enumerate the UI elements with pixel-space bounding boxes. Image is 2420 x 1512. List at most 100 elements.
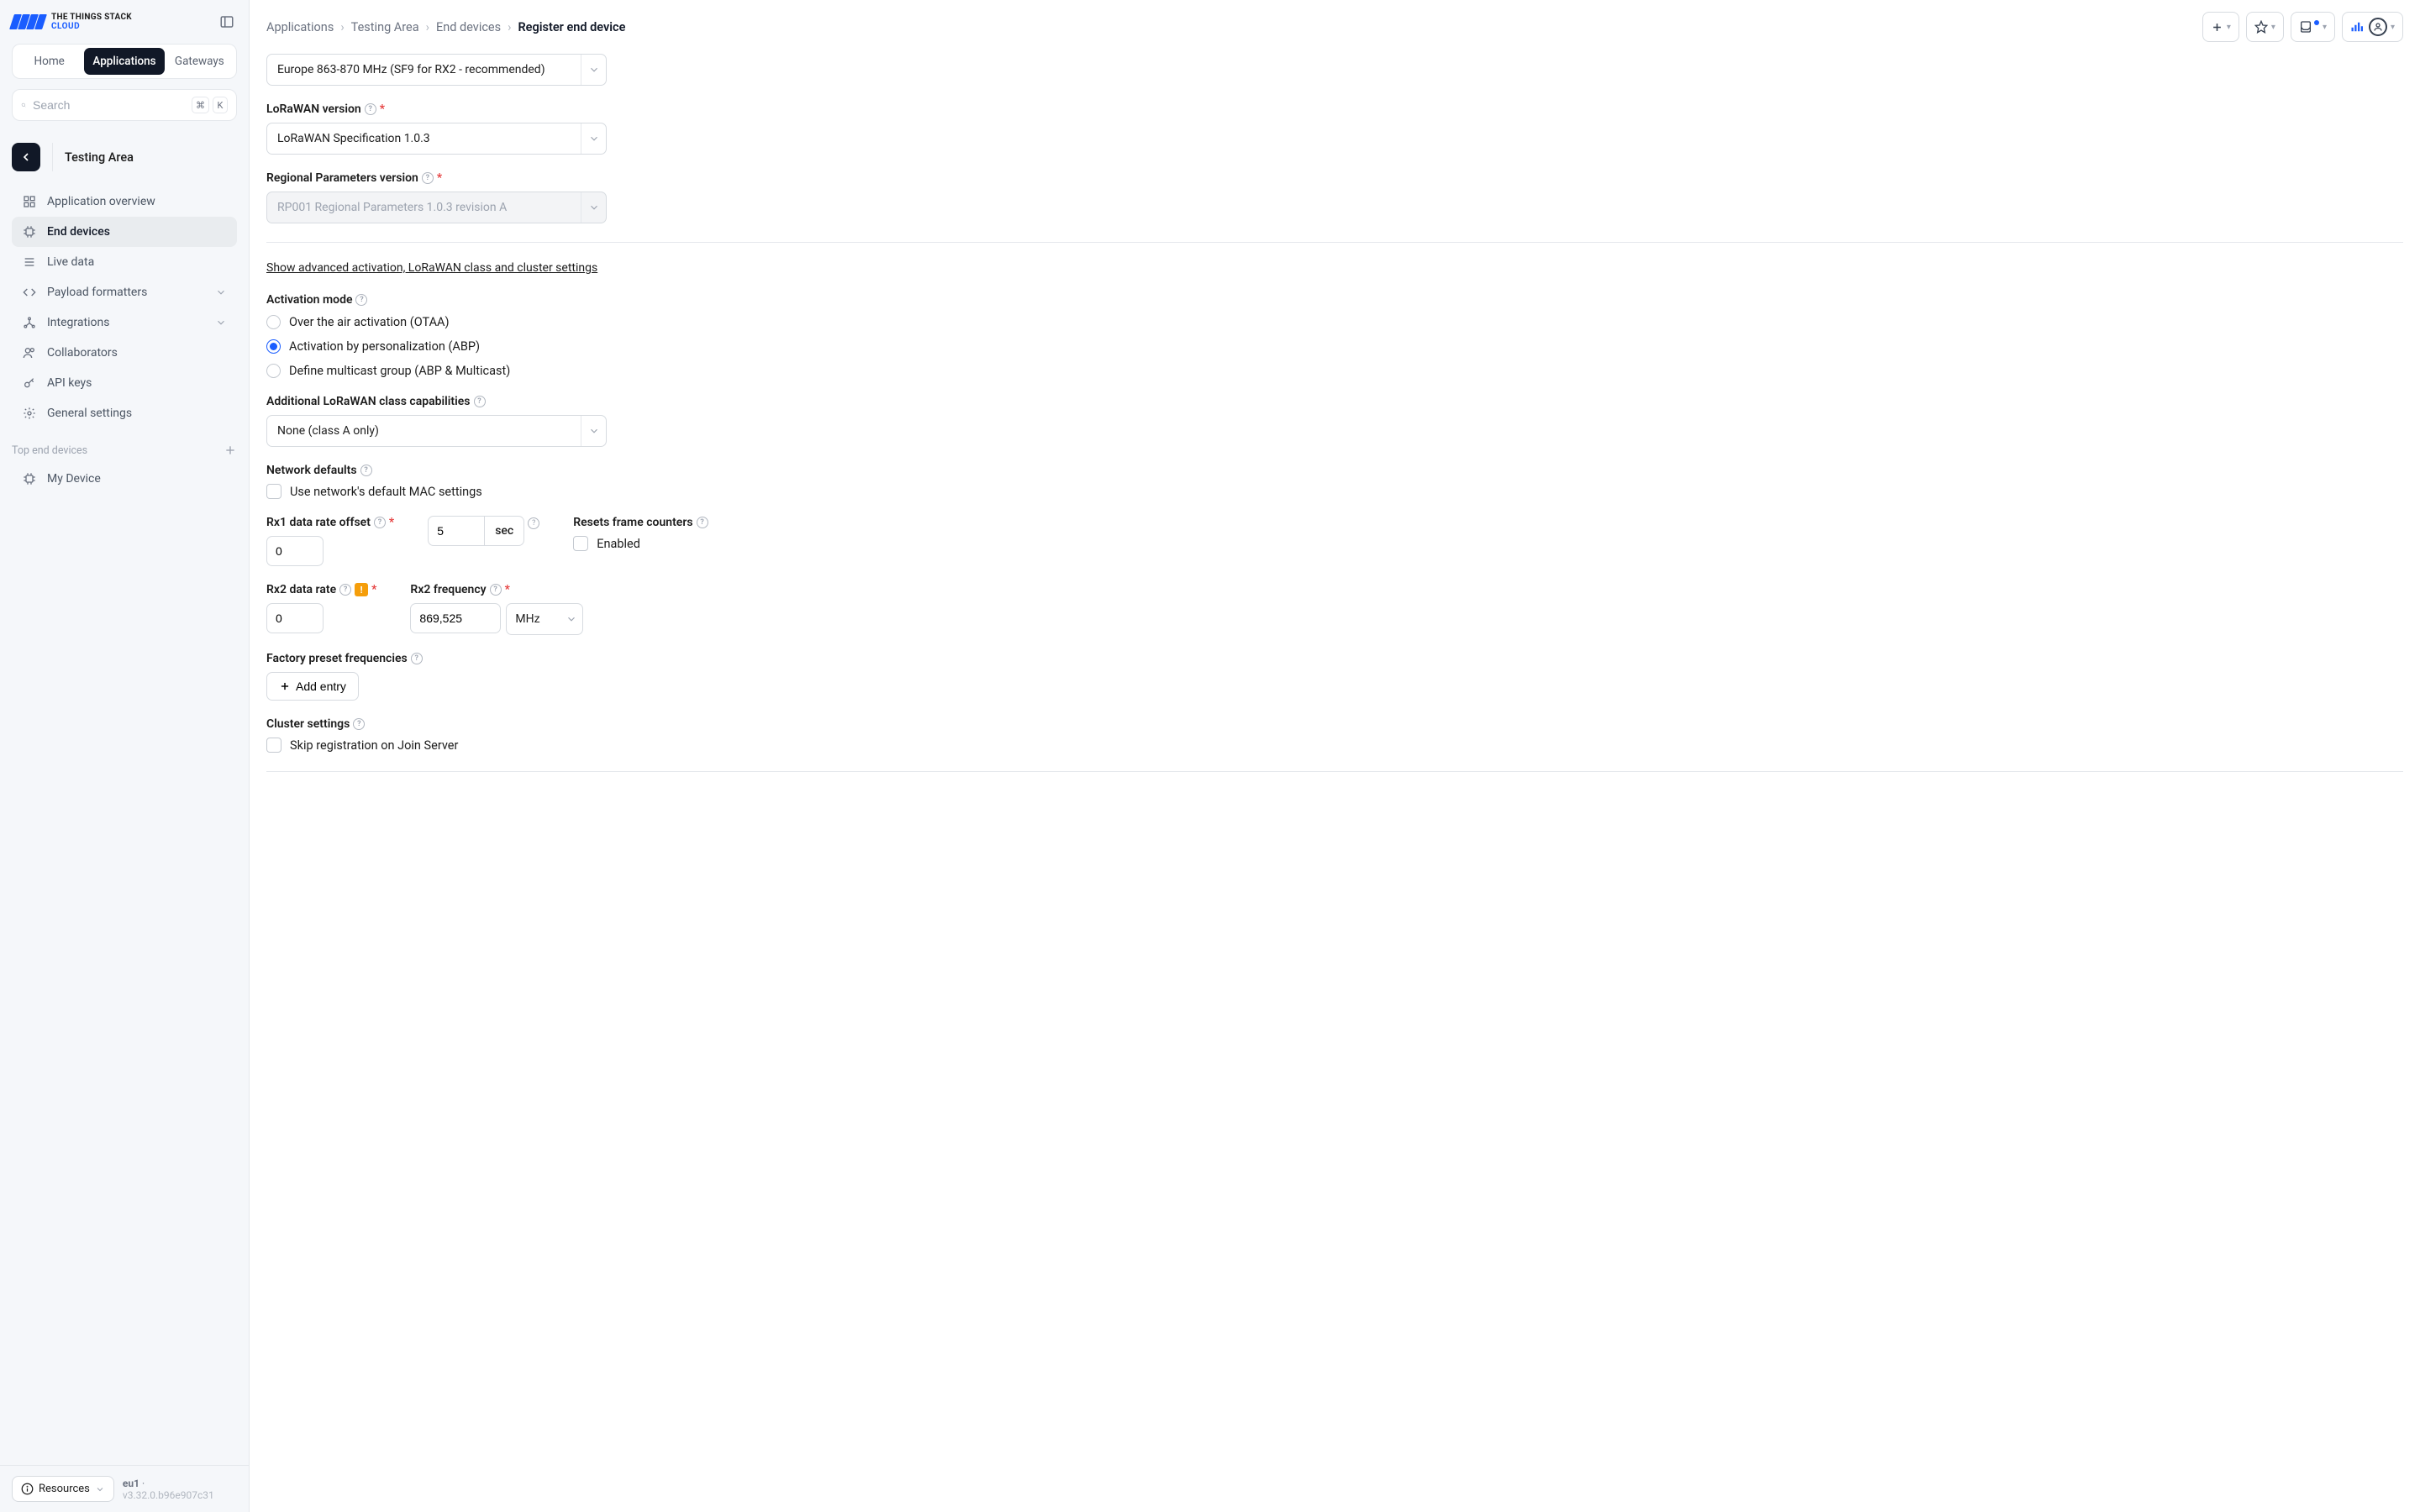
sidebar-collapse-button[interactable] [217, 12, 237, 32]
integrations-icon [22, 315, 37, 330]
help-icon[interactable]: ? [339, 584, 351, 596]
help-icon[interactable]: ? [422, 172, 434, 184]
help-icon[interactable]: ? [355, 294, 367, 306]
skip-join-server-checkbox[interactable]: Skip registration on Join Server [266, 738, 2403, 753]
lorawan-version-select[interactable]: LoRaWAN Specification 1.0.3 [266, 123, 607, 155]
back-button[interactable] [12, 143, 40, 171]
search-input[interactable] [33, 98, 185, 112]
chevron-down-icon: ▾ [2323, 23, 2327, 32]
rx1-delay-unit: sec [485, 516, 524, 546]
search-box[interactable]: ⌘ K [12, 89, 237, 121]
help-icon[interactable]: ? [697, 517, 708, 528]
radio-icon [266, 315, 281, 329]
rx2-frequency-input[interactable] [410, 603, 501, 633]
required-indicator: * [437, 171, 442, 185]
breadcrumb-end-devices[interactable]: End devices [436, 20, 501, 34]
chevron-down-icon [560, 604, 582, 634]
rx2-data-rate-input[interactable] [266, 603, 324, 633]
warning-icon[interactable]: ! [355, 583, 368, 596]
frequency-plan-select[interactable]: Europe 863-870 MHz (SF9 for RX2 - recomm… [266, 54, 607, 86]
checkbox-icon [266, 484, 281, 499]
search-shortcut: ⌘ K [192, 97, 228, 113]
top-device-my-device[interactable]: My Device [12, 464, 237, 494]
add-top-device-button[interactable] [224, 444, 237, 457]
class-capabilities-select[interactable]: None (class A only) [266, 415, 607, 447]
activation-multicast-radio[interactable]: Define multicast group (ABP & Multicast) [266, 364, 2403, 378]
activation-otaa-radio[interactable]: Over the air activation (OTAA) [266, 315, 2403, 329]
key-icon [22, 375, 37, 391]
search-icon [21, 98, 26, 112]
resources-button[interactable]: Resources [12, 1476, 114, 1502]
brand-line1: THE THINGS STACK [51, 13, 132, 22]
info-icon [21, 1483, 34, 1495]
chevron-down-icon: ▾ [2227, 23, 2231, 32]
nav-collaborators[interactable]: Collaborators [12, 338, 237, 368]
nav-api-keys[interactable]: API keys [12, 368, 237, 398]
add-menu-button[interactable]: ▾ [2202, 12, 2239, 42]
checkbox-icon [573, 536, 588, 551]
brand-logo[interactable]: THE THINGS STACK CLOUD [12, 13, 132, 31]
breadcrumb-current: Register end device [518, 20, 625, 34]
tab-gateways[interactable]: Gateways [166, 48, 233, 75]
brand-line2: CLOUD [51, 22, 132, 31]
help-icon[interactable]: ? [365, 103, 376, 115]
advanced-settings-toggle[interactable]: Show advanced activation, LoRaWAN class … [266, 261, 597, 275]
help-icon[interactable]: ? [353, 718, 365, 730]
help-icon[interactable]: ? [411, 653, 423, 664]
required-indicator: * [505, 583, 510, 596]
list-icon [22, 255, 37, 270]
app-nav: Application overview End devices Live da… [0, 186, 249, 428]
rx2-frequency-unit-select[interactable]: MHz [506, 603, 583, 635]
breadcrumb-applications[interactable]: Applications [266, 20, 334, 34]
nav-integrations[interactable]: Integrations [12, 307, 237, 338]
avatar-icon [2369, 18, 2387, 36]
help-icon[interactable]: ? [474, 396, 486, 407]
star-menu-button[interactable]: ▾ [2246, 12, 2284, 42]
user-menu-button[interactable]: ▾ [2342, 12, 2403, 42]
network-defaults-label: Network defaults [266, 464, 357, 477]
nav-application-overview[interactable]: Application overview [12, 186, 237, 217]
help-icon[interactable]: ? [360, 465, 372, 476]
tab-home[interactable]: Home [16, 48, 82, 75]
help-icon[interactable]: ? [490, 584, 502, 596]
grid-icon [22, 194, 37, 209]
nav-end-devices[interactable]: End devices [12, 217, 237, 247]
help-icon[interactable]: ? [374, 517, 386, 528]
rx1-offset-input[interactable] [266, 536, 324, 566]
cluster-icon [2350, 21, 2365, 33]
chevron-down-icon [95, 1484, 105, 1494]
breadcrumb-testing-area[interactable]: Testing Area [351, 20, 419, 34]
activation-mode-label: Activation mode [266, 293, 352, 307]
chevron-down-icon [581, 192, 606, 223]
chevron-down-icon [215, 317, 227, 328]
required-indicator: * [389, 516, 394, 529]
network-defaults-checkbox[interactable]: Use network's default MAC settings [266, 484, 2403, 499]
inbox-menu-button[interactable]: ▾ [2291, 12, 2335, 42]
nav-live-data[interactable]: Live data [12, 247, 237, 277]
chip-icon [22, 471, 37, 486]
cluster-settings-label: Cluster settings [266, 717, 350, 731]
nav-general-settings[interactable]: General settings [12, 398, 237, 428]
nav-payload-formatters[interactable]: Payload formatters [12, 277, 237, 307]
code-icon [22, 285, 37, 300]
sidebar: THE THINGS STACK CLOUD Home Applications… [0, 0, 250, 1512]
tab-applications[interactable]: Applications [84, 48, 164, 75]
star-icon [2254, 20, 2268, 34]
radio-icon [266, 364, 281, 378]
help-icon[interactable]: ? [528, 517, 539, 529]
activation-abp-radio[interactable]: Activation by personalization (ABP) [266, 339, 2403, 354]
add-entry-button[interactable]: Add entry [266, 672, 359, 701]
top-end-devices-header: Top end devices [12, 444, 87, 457]
inbox-icon [2299, 20, 2312, 34]
rx2-frequency-label: Rx2 frequency [410, 583, 486, 596]
rx1-delay-input[interactable] [428, 516, 485, 546]
chevron-down-icon [581, 123, 606, 154]
plus-icon [279, 680, 291, 692]
factory-preset-label: Factory preset frequencies [266, 652, 408, 665]
breadcrumb: Applications › Testing Area › End device… [266, 20, 625, 34]
lorawan-version-label: LoRaWAN version [266, 102, 361, 116]
resets-frame-counters-checkbox[interactable]: Enabled [573, 536, 708, 551]
class-capabilities-label: Additional LoRaWAN class capabilities [266, 395, 471, 408]
divider [266, 242, 2403, 243]
checkbox-icon [266, 738, 281, 753]
